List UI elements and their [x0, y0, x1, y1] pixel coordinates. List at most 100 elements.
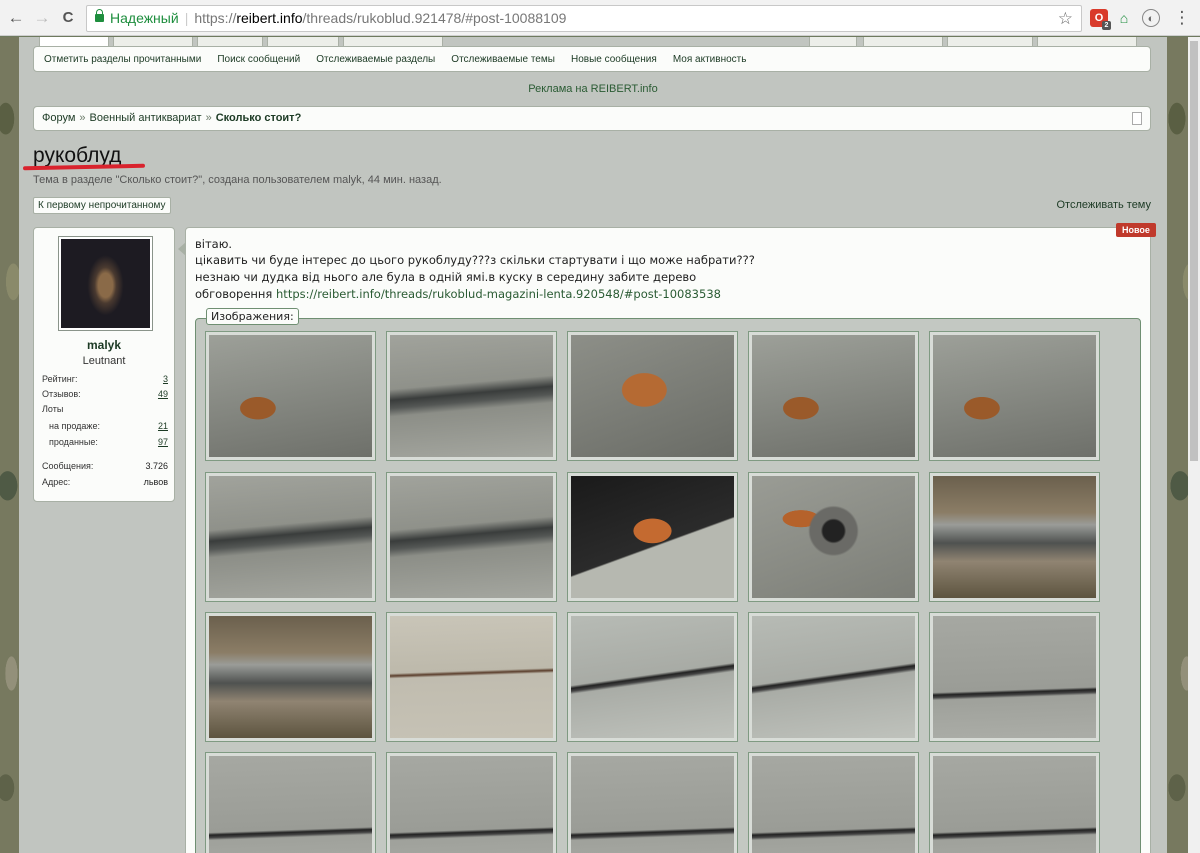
- attachment-thumbnail[interactable]: [205, 472, 376, 602]
- subnav-mark-read[interactable]: Отметить разделы прочитанными: [44, 54, 201, 65]
- url-path: /threads/rukoblud.921478/#post-10088109: [302, 10, 567, 26]
- thumbnail-image: [390, 476, 553, 598]
- attachment-thumbnail[interactable]: [386, 472, 557, 602]
- avatar[interactable]: [58, 236, 153, 331]
- message-line: вітаю.: [195, 237, 233, 251]
- stat-rating: Рейтинг: 3: [42, 374, 168, 384]
- stat-sold: проданные: 97: [49, 437, 168, 447]
- thumbnail-image: [933, 756, 1096, 853]
- ad-link[interactable]: Реклама на REIBERT.info: [19, 83, 1167, 95]
- attachment-thumbnail[interactable]: [386, 612, 557, 742]
- attachment-thumbnail[interactable]: [386, 752, 557, 853]
- attachment-thumbnail[interactable]: [205, 752, 376, 853]
- thumbnail-image: [209, 335, 372, 457]
- attachment-thumbnail[interactable]: [386, 331, 557, 461]
- forward-button[interactable]: →: [31, 7, 53, 29]
- thumbnail-image: [390, 335, 553, 457]
- watch-thread-link[interactable]: Отслеживать тему: [1056, 199, 1151, 211]
- thumbnail-image: [209, 756, 372, 853]
- attachment-thumbnail[interactable]: [929, 612, 1100, 742]
- rating-value[interactable]: 3: [163, 374, 168, 384]
- secure-label: Надежный: [110, 10, 179, 26]
- scroll-thumb[interactable]: [1190, 41, 1198, 461]
- thumbnail-image: [571, 616, 734, 738]
- reviews-value[interactable]: 49: [158, 389, 168, 399]
- breadcrumb-military-antiques[interactable]: Военный антиквариат: [90, 112, 202, 124]
- attachment-thumbnail[interactable]: [929, 472, 1100, 602]
- subnav-new-posts[interactable]: Новые сообщения: [571, 54, 657, 65]
- thumbnail-image: [933, 476, 1096, 598]
- breadcrumb: Форум» Военный антиквариат» Сколько стоит?: [33, 106, 1151, 131]
- stat-address: Адрес: львов: [42, 477, 168, 487]
- attachment-thumbnail[interactable]: [929, 752, 1100, 853]
- url-scheme: https://: [194, 10, 237, 26]
- subnav-search-posts[interactable]: Поиск сообщений: [217, 54, 300, 65]
- extension-circle-icon[interactable]: ◐: [1142, 9, 1160, 27]
- stat-messages: Сообщения: 3.726: [42, 461, 168, 471]
- stat-selling: на продаже: 21: [49, 421, 168, 431]
- message-discussion: обговорення https://reibert.info/threads…: [195, 287, 721, 301]
- new-badge: Новое: [1116, 223, 1156, 237]
- extension-home-icon[interactable]: ⌂: [1115, 9, 1133, 27]
- thumbnail-image: [571, 756, 734, 853]
- attachment-thumbnail[interactable]: [567, 472, 738, 602]
- subnav-watched-threads[interactable]: Отслеживаемые темы: [451, 54, 555, 65]
- chrome-menu-icon[interactable]: ⋮: [1171, 7, 1193, 29]
- attachment-thumbnail[interactable]: [567, 752, 738, 853]
- reload-button[interactable]: C: [57, 7, 79, 29]
- thread-description: Тема в разделе "Сколько стоит?", создана…: [33, 174, 442, 186]
- lock-icon: [95, 9, 104, 22]
- browser-toolbar: ← → C Надежный | https://reibert.info/thre…: [0, 0, 1200, 36]
- username-link[interactable]: malyk: [34, 338, 174, 352]
- breadcrumb-forum[interactable]: Форум: [42, 112, 75, 124]
- user-rank: Leutnant: [82, 355, 126, 367]
- back-button[interactable]: ←: [5, 7, 27, 29]
- thumbnail-image: [933, 335, 1096, 457]
- subnav-watched-forums[interactable]: Отслеживаемые разделы: [316, 54, 435, 65]
- user-info-card: malyk Leutnant Рейтинг: 3 Отзывов: 49 Лоты…: [33, 227, 175, 502]
- stat-lots: Лоты: [42, 404, 64, 414]
- thumbnail-image: [390, 616, 553, 738]
- discussion-link[interactable]: https://reibert.info/threads/rukoblud-ma…: [276, 287, 721, 301]
- document-icon[interactable]: [1132, 112, 1142, 125]
- attachment-thumbnail[interactable]: [205, 612, 376, 742]
- sub-navigation: Отметить разделы прочитанными Поиск сооб…: [33, 46, 1151, 72]
- background-camo-left: [0, 37, 19, 853]
- thumbnail-image: [752, 476, 915, 598]
- thumbnail-image: [571, 476, 734, 598]
- first-unread-button[interactable]: К первому непрочитанному: [33, 197, 171, 214]
- subnav-my-activity[interactable]: Моя активность: [673, 54, 747, 65]
- messages-value: 3.726: [145, 461, 168, 471]
- attachment-thumbnail[interactable]: [748, 331, 919, 461]
- bookmark-star-icon[interactable]: ☆: [1058, 6, 1073, 31]
- sold-value[interactable]: 97: [158, 437, 168, 447]
- breadcrumb-current[interactable]: Сколько стоит?: [216, 112, 302, 124]
- thumbnail-image: [933, 616, 1096, 738]
- attachment-thumbnail[interactable]: [205, 331, 376, 461]
- stat-reviews: Отзывов: 49: [42, 389, 168, 399]
- attachment-thumbnail[interactable]: [748, 752, 919, 853]
- thumbnail-image: [209, 616, 372, 738]
- thumbnail-image: [209, 476, 372, 598]
- thumbnail-image: [752, 616, 915, 738]
- message-line: цікавить чи буде інтерес до цього рукобл…: [195, 253, 755, 267]
- message-line: незнаю чи дудка від нього але була в одн…: [195, 270, 697, 284]
- attachments-legend: Изображения:: [206, 308, 299, 325]
- extension-opera-icon[interactable]: O2: [1090, 9, 1111, 30]
- thumbnail-image: [571, 335, 734, 457]
- attachment-thumbnail[interactable]: [567, 331, 738, 461]
- forum-page: Отметить разделы прочитанными Поиск сооб…: [19, 37, 1167, 853]
- attachment-thumbnail[interactable]: [748, 472, 919, 602]
- thumbnail-image: [752, 335, 915, 457]
- address-bar[interactable]: Надежный | https://reibert.info/threads/ru…: [86, 5, 1082, 32]
- address-value: львов: [143, 477, 168, 487]
- thumbnail-image: [390, 756, 553, 853]
- selling-value[interactable]: 21: [158, 421, 168, 431]
- attachment-thumbnail[interactable]: [567, 612, 738, 742]
- attachment-thumbnail[interactable]: [748, 612, 919, 742]
- page-scrollbar[interactable]: [1188, 37, 1200, 853]
- extension-badge: 2: [1102, 21, 1111, 30]
- thumbnail-image: [752, 756, 915, 853]
- attachment-thumbnail[interactable]: [929, 331, 1100, 461]
- url-domain: reibert.info: [236, 10, 303, 26]
